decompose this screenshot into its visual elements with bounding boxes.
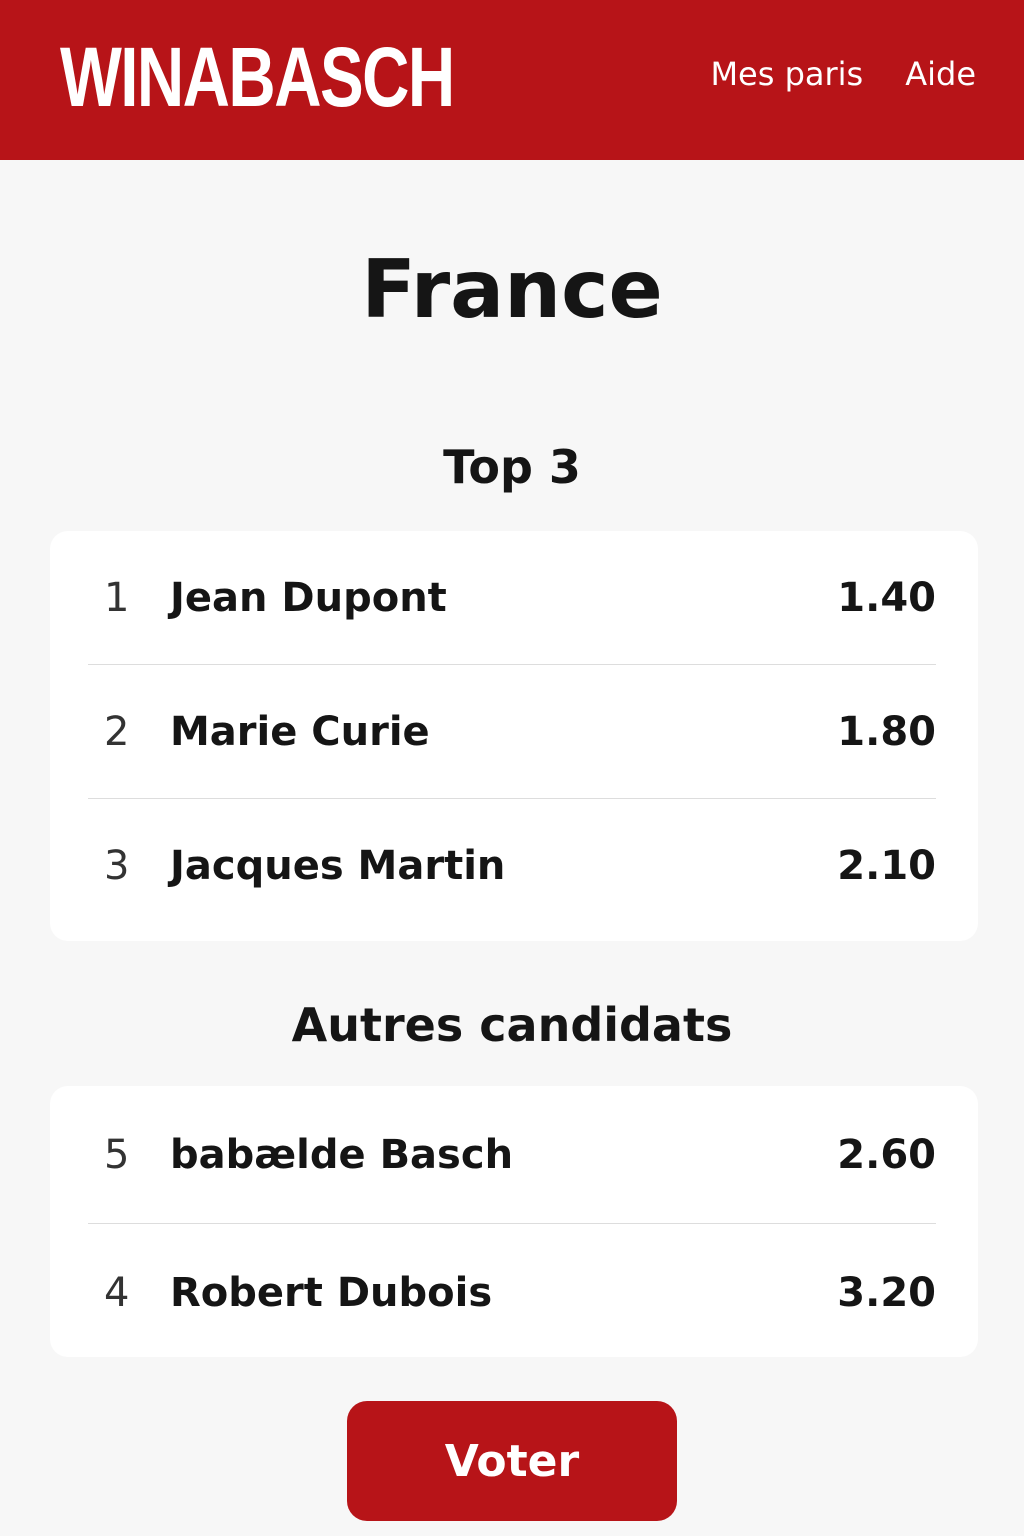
candidate-odds: 2.10 xyxy=(837,842,936,889)
top3-heading: Top 3 xyxy=(443,440,581,494)
candidate-rank: 2 xyxy=(104,708,130,755)
candidate-name: Jacques Martin xyxy=(170,842,506,889)
candidate-row[interactable]: 3 Jacques Martin 2.10 xyxy=(88,799,936,932)
candidate-odds: 3.20 xyxy=(837,1269,936,1316)
other-candidates-heading: Autres candidats xyxy=(291,998,733,1052)
top-bar: WINABASCH Mes paris Aide xyxy=(0,0,1024,160)
candidate-rank: 3 xyxy=(104,842,130,889)
brand-logo[interactable]: WINABASCH xyxy=(60,32,455,122)
top3-list: 1 Jean Dupont 1.40 2 Marie Curie 1.80 3 … xyxy=(50,531,978,941)
candidate-name: Robert Dubois xyxy=(170,1269,493,1316)
candidate-rank: 4 xyxy=(104,1269,130,1316)
vote-button[interactable]: Voter xyxy=(347,1401,677,1521)
page-title: France xyxy=(361,243,663,336)
candidate-row[interactable]: 4 Robert Dubois 3.20 xyxy=(88,1224,936,1361)
candidate-rank: 1 xyxy=(104,574,130,621)
candidate-odds: 1.80 xyxy=(837,708,936,755)
candidate-row[interactable]: 2 Marie Curie 1.80 xyxy=(88,665,936,799)
candidate-odds: 1.40 xyxy=(837,574,936,621)
nav-link-aide[interactable]: Aide xyxy=(905,52,976,96)
candidate-row[interactable]: 1 Jean Dupont 1.40 xyxy=(88,531,936,665)
nav-link-mes-paris[interactable]: Mes paris xyxy=(710,52,863,96)
candidate-name: Jean Dupont xyxy=(170,574,447,621)
candidate-rank: 5 xyxy=(104,1131,130,1178)
candidate-name: Marie Curie xyxy=(170,708,430,755)
candidate-name: babælde Basch xyxy=(170,1131,514,1178)
candidate-odds: 2.60 xyxy=(837,1131,936,1178)
candidate-row[interactable]: 5 babælde Basch 2.60 xyxy=(88,1086,936,1224)
other-candidates-list: 5 babælde Basch 2.60 4 Robert Dubois 3.2… xyxy=(50,1086,978,1357)
main-nav: Mes paris Aide xyxy=(710,52,976,96)
